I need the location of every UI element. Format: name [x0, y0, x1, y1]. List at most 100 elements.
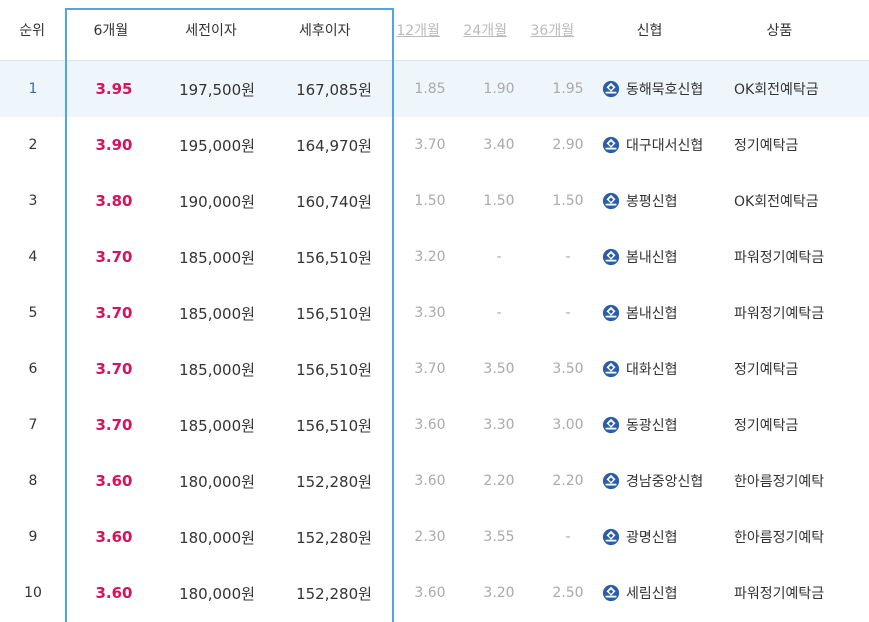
bank-name: 동해묵호신협 [626, 82, 704, 98]
post-tax-interest-cell: 156,510원 [296, 248, 372, 267]
header-6-months[interactable]: 6개월 [64, 20, 157, 40]
bank-cell[interactable]: 세림신협 [602, 583, 734, 603]
pre-tax-interest-cell: 180,000원 [179, 472, 255, 491]
table-row[interactable]: 5 3.70 185,000원 156,510원 3.30 - - 봄내신협 파워정기예탁금 [0, 285, 869, 341]
rate-36-months-cell: - [565, 305, 571, 321]
rank-cell: 2 [28, 137, 38, 153]
table-row[interactable]: 4 3.70 185,000원 156,510원 3.20 - - 봄내신협 파워정기예탁금 [0, 229, 869, 285]
rate-6-months-cell: 3.70 [95, 304, 133, 322]
bank-cell[interactable]: 대구대서신협 [602, 135, 734, 155]
product-name-cell[interactable]: OK회전예탁금 [734, 191, 869, 211]
bank-cell[interactable]: 동해묵호신협 [602, 79, 734, 99]
rank-cell: 5 [28, 305, 38, 321]
rate-24-months-cell: 3.40 [483, 137, 515, 153]
pre-tax-interest-cell: 185,000원 [179, 360, 255, 379]
bank-name: 봄내신협 [626, 306, 678, 322]
post-tax-interest-cell: 156,510원 [296, 360, 372, 379]
credit-union-logo-icon [602, 136, 620, 154]
bank-cell[interactable]: 봉평신협 [602, 191, 734, 211]
rate-12-months-cell: 3.30 [414, 305, 446, 321]
rate-36-months-cell: 3.50 [552, 361, 584, 377]
table-row[interactable]: 8 3.60 180,000원 152,280원 3.60 2.20 2.20 경남중앙신협 한… [0, 453, 869, 509]
credit-union-logo-icon [602, 528, 620, 546]
table-row[interactable]: 9 3.60 180,000원 152,280원 2.30 3.55 - 광명신협 한아름정기예… [0, 509, 869, 565]
table-row[interactable]: 2 3.90 195,000원 164,970원 3.70 3.40 2.90 대구대서신협 정… [0, 117, 869, 173]
bank-cell[interactable]: 봄내신협 [602, 247, 734, 267]
table-row[interactable]: 10 3.60 180,000원 152,280원 3.60 3.20 2.50 세림신협 파워… [0, 565, 869, 621]
rate-12-months-cell: 3.70 [414, 137, 446, 153]
rank-cell: 8 [28, 473, 38, 489]
credit-union-logo-icon [602, 304, 620, 322]
product-name-cell[interactable]: 한아름정기예탁 [734, 471, 869, 491]
credit-union-logo-icon [602, 472, 620, 490]
bank-name: 대구대서신협 [626, 138, 704, 154]
rate-24-months-cell: 3.55 [483, 529, 515, 545]
header-product: 상품 [766, 23, 793, 39]
rate-36-months-cell: 1.95 [552, 81, 584, 97]
rate-36-months-cell: 1.50 [552, 193, 584, 209]
header-bank: 신협 [636, 23, 663, 39]
post-tax-interest-cell: 160,740원 [296, 192, 372, 211]
rate-24-months-cell: 1.90 [483, 81, 515, 97]
rate-12-months-cell: 3.60 [414, 585, 446, 601]
header-24-months-link[interactable]: 24개월 [451, 20, 519, 40]
rank-cell: 7 [28, 417, 38, 433]
pre-tax-interest-cell: 180,000원 [179, 584, 255, 603]
header-12-months-link[interactable]: 12개월 [385, 20, 451, 40]
bank-name: 동광신협 [626, 418, 678, 434]
credit-union-logo-icon [602, 360, 620, 378]
pre-tax-interest-cell: 185,000원 [179, 248, 255, 267]
bank-cell[interactable]: 광명신협 [602, 527, 734, 547]
rate-6-months-cell: 3.70 [95, 360, 133, 378]
table-row[interactable]: 3 3.80 190,000원 160,740원 1.50 1.50 1.50 봉평신협 OK회… [0, 173, 869, 229]
bank-name: 경남중앙신협 [626, 474, 704, 490]
rate-12-months-cell: 3.60 [414, 417, 446, 433]
pre-tax-interest-cell: 190,000원 [179, 192, 255, 211]
rank-cell: 6 [28, 361, 38, 377]
post-tax-interest-cell: 164,970원 [296, 136, 372, 155]
post-tax-interest-cell: 156,510원 [296, 304, 372, 323]
rate-24-months-cell: 3.20 [483, 585, 515, 601]
product-name-cell[interactable]: 파워정기예탁금 [734, 247, 869, 267]
pre-tax-interest-cell: 185,000원 [179, 416, 255, 435]
post-tax-interest-cell: 152,280원 [296, 528, 372, 547]
table-row[interactable]: 7 3.70 185,000원 156,510원 3.60 3.30 3.00 동광신협 정기예… [0, 397, 869, 453]
bank-cell[interactable]: 대화신협 [602, 359, 734, 379]
post-tax-interest-cell: 156,510원 [296, 416, 372, 435]
rate-24-months-cell: 3.30 [483, 417, 515, 433]
bank-name: 세림신협 [626, 586, 678, 602]
post-tax-interest-cell: 152,280원 [296, 472, 372, 491]
credit-union-logo-icon [602, 80, 620, 98]
table-row[interactable]: 1 3.95 197,500원 167,085원 1.85 1.90 1.95 동해묵호신협 O… [0, 61, 869, 117]
table-header: 순위 6개월 세전이자 세후이자 12개월 24개월 36개월 신협 상품 [0, 0, 869, 61]
product-name-cell[interactable]: OK회전예탁금 [734, 79, 869, 99]
bank-cell[interactable]: 동광신협 [602, 415, 734, 435]
product-name-cell[interactable]: 한아름정기예탁 [734, 527, 869, 547]
rank-cell: 4 [28, 249, 38, 265]
header-pre-tax-interest: 세전이자 [185, 23, 237, 39]
product-name-cell[interactable]: 파워정기예탁금 [734, 303, 869, 323]
rank-cell: 10 [24, 585, 42, 601]
credit-union-logo-icon [602, 416, 620, 434]
rate-6-months-cell: 3.70 [95, 416, 133, 434]
table-body: 1 3.95 197,500원 167,085원 1.85 1.90 1.95 동해묵호신협 O… [0, 61, 869, 621]
rank-cell: 1 [28, 81, 38, 97]
product-name-cell[interactable]: 정기예탁금 [734, 135, 869, 155]
rate-6-months-cell: 3.95 [95, 80, 133, 98]
bank-name: 대화신협 [626, 362, 678, 378]
product-name-cell[interactable]: 정기예탁금 [734, 359, 869, 379]
credit-union-logo-icon [602, 248, 620, 266]
post-tax-interest-cell: 152,280원 [296, 584, 372, 603]
rate-12-months-cell: 2.30 [414, 529, 446, 545]
header-36-months-link[interactable]: 36개월 [519, 20, 585, 40]
bank-cell[interactable]: 봄내신협 [602, 303, 734, 323]
rate-6-months-cell: 3.70 [95, 248, 133, 266]
pre-tax-interest-cell: 195,000원 [179, 136, 255, 155]
product-name-cell[interactable]: 정기예탁금 [734, 415, 869, 435]
rate-24-months-cell: 1.50 [483, 193, 515, 209]
rate-36-months-cell: 2.50 [552, 585, 584, 601]
table-row[interactable]: 6 3.70 185,000원 156,510원 3.70 3.50 3.50 대화신협 정기예… [0, 341, 869, 397]
rate-36-months-cell: 2.90 [552, 137, 584, 153]
bank-cell[interactable]: 경남중앙신협 [602, 471, 734, 491]
product-name-cell[interactable]: 파워정기예탁금 [734, 583, 869, 603]
